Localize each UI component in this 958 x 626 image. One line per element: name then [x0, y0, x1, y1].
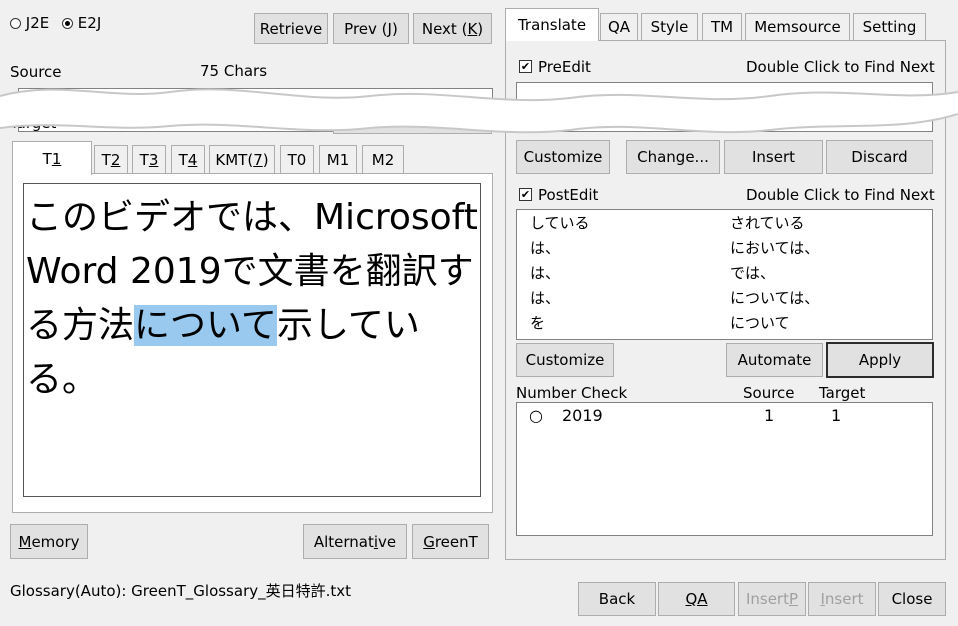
- number-check-list[interactable]: ○ 2019 1 1: [516, 402, 933, 536]
- list-item[interactable]: は、 については、: [517, 285, 932, 310]
- preedit-insert-button[interactable]: Insert: [724, 140, 823, 174]
- memory-button[interactable]: Memory: [10, 524, 88, 559]
- status-mark: ○: [529, 406, 543, 425]
- tab-m2[interactable]: M2: [362, 145, 404, 173]
- preedit-discard-button[interactable]: Discard: [826, 140, 933, 174]
- list-item[interactable]: している されている: [517, 210, 932, 235]
- mode-group: J2E E2J: [10, 14, 101, 32]
- tab-t0[interactable]: T0: [280, 145, 314, 173]
- alternative-button[interactable]: Alternat i ve: [303, 524, 407, 559]
- tab-t2[interactable]: T2: [94, 145, 128, 173]
- list-item[interactable]: をについて: [517, 310, 932, 335]
- insert-button[interactable]: Insert: [808, 582, 876, 616]
- greent-button[interactable]: GreenT: [412, 524, 489, 559]
- editor-line-1: このビデオでは、Microsoft: [26, 197, 478, 238]
- tab-kmt[interactable]: KMT(7): [209, 145, 275, 173]
- apply-button[interactable]: Apply: [826, 342, 934, 378]
- postedit-hint: Double Click to Find Next: [746, 186, 935, 204]
- automate-button[interactable]: Automate: [726, 343, 823, 377]
- postedit-checkbox[interactable]: ✔: [519, 188, 532, 201]
- number-check-label: Number Check: [516, 384, 628, 402]
- tab-translate[interactable]: Translate: [505, 8, 599, 41]
- close-button[interactable]: Close: [878, 582, 946, 616]
- postedit-list[interactable]: している されている は、 においては、 は、 では、 は、 については、 をについて: [516, 209, 933, 340]
- preedit-customize-button[interactable]: Customize: [516, 140, 610, 174]
- number-check-source-header: Source: [743, 384, 795, 402]
- torn-edge-overlay: [0, 88, 958, 134]
- postedit-label: PostEdit: [538, 186, 599, 204]
- tab-style[interactable]: Style: [641, 13, 698, 40]
- tab-setting[interactable]: Setting: [853, 13, 926, 40]
- retrieve-button[interactable]: Retrieve: [254, 13, 328, 44]
- tab-t4[interactable]: T4: [171, 145, 205, 173]
- tab-t1[interactable]: T1: [12, 141, 92, 175]
- preedit-change-button[interactable]: Change...: [626, 140, 720, 174]
- selected-text: について: [134, 305, 277, 346]
- postedit-customize-button[interactable]: Customize: [516, 343, 614, 377]
- list-item[interactable]: は、 においては、: [517, 235, 932, 260]
- tab-qa[interactable]: QA: [600, 13, 638, 40]
- glossary-status: Glossary(Auto): GreenT_Glossary_英日特許.txt: [10, 582, 352, 600]
- tab-t3[interactable]: T3: [132, 145, 166, 173]
- table-row[interactable]: ○ 2019 1 1: [517, 404, 932, 429]
- insertp-button[interactable]: Insert P: [738, 582, 806, 616]
- radio-e2j[interactable]: E2J: [62, 14, 101, 32]
- tab-memsource[interactable]: Memsource: [745, 13, 850, 40]
- qa-button[interactable]: QA: [658, 582, 735, 616]
- target-editor[interactable]: このビデオでは、Microsoft Word 2019で文書を翻訳す る方法につ…: [23, 183, 481, 497]
- tab-tm[interactable]: TM: [702, 13, 742, 40]
- radio-j2e[interactable]: J2E: [10, 14, 49, 32]
- back-button[interactable]: Back: [578, 582, 656, 616]
- list-item[interactable]: は、 では、: [517, 260, 932, 285]
- number-check-target-header: Target: [819, 384, 866, 402]
- editor-line-3: る方法について示している。: [26, 305, 420, 400]
- prev-button[interactable]: Prev (J): [333, 13, 409, 44]
- tab-m1[interactable]: M1: [319, 145, 357, 173]
- next-button[interactable]: Next (K): [413, 13, 492, 44]
- editor-line-2: Word 2019で文書を翻訳す: [26, 251, 474, 292]
